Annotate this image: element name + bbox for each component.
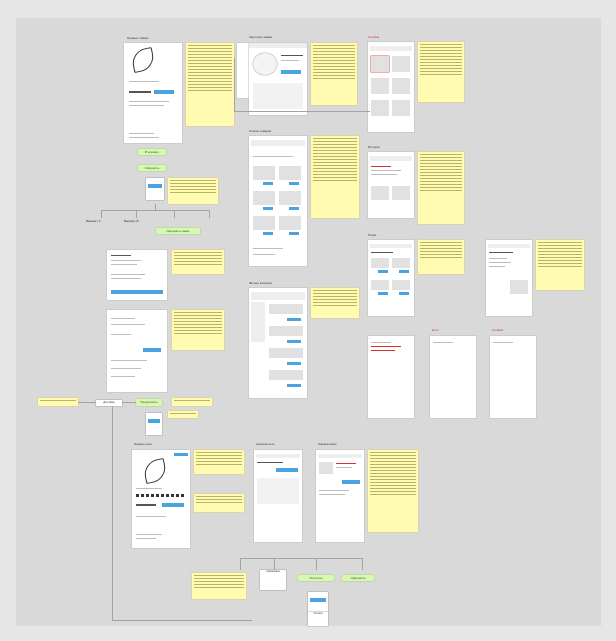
- note-card: [311, 43, 357, 105]
- doc-icon-2: [146, 413, 162, 435]
- note-checkout-bottom: [368, 450, 418, 532]
- blank-frame-1: [368, 336, 414, 418]
- submit-button[interactable]: [111, 290, 163, 294]
- doc-icon: [146, 178, 164, 200]
- side-panel-frame: [237, 43, 249, 98]
- checkout-pay-btn[interactable]: [342, 480, 360, 484]
- add-to-cart-button[interactable]: В корзину: [138, 149, 166, 155]
- note-cart-preview: [194, 450, 244, 474]
- pickup-box[interactable]: Самовывоз: [260, 570, 286, 590]
- pay-button[interactable]: [143, 348, 161, 352]
- note-search: [418, 240, 464, 274]
- branch-b-button[interactable]: Оплатить: [298, 575, 334, 581]
- search-variant-frame[interactable]: [486, 240, 532, 316]
- cart-preview-frame[interactable]: [132, 450, 190, 548]
- cart-checkout-btn[interactable]: [276, 468, 298, 472]
- filter-btn-4[interactable]: [287, 384, 301, 387]
- note-flow-left: [38, 398, 78, 406]
- catalog-btn-4[interactable]: [289, 207, 299, 210]
- catalog-btn-3[interactable]: [263, 207, 273, 210]
- frame-title-catalog: Список товаров: [249, 129, 271, 133]
- doc-icon-3: [308, 592, 328, 614]
- history-frame[interactable]: [368, 152, 414, 218]
- filter-btn-3[interactable]: [287, 362, 301, 365]
- note-search-variant: [536, 240, 584, 290]
- cart-buy-btn[interactable]: [162, 503, 184, 507]
- filter-btn-2[interactable]: [287, 340, 301, 343]
- checkout-frame[interactable]: [107, 310, 167, 392]
- cart-top-btn[interactable]: [174, 453, 188, 456]
- payment-box[interactable]: Оплата: [308, 612, 328, 626]
- note-branch: [172, 398, 212, 406]
- frame-title-catalog-filter: Фильтр каталога: [249, 281, 273, 285]
- catalog-btn-5[interactable]: [263, 232, 273, 235]
- search-btn-2[interactable]: [399, 270, 409, 273]
- filter-btn-1[interactable]: [287, 318, 301, 321]
- blank-frame-3: [490, 336, 536, 418]
- note-history: [418, 152, 464, 224]
- search-btn-3[interactable]: [378, 292, 388, 295]
- note-flow-bottom: [192, 573, 246, 599]
- catalog-frame[interactable]: [249, 136, 307, 266]
- catalog-btn-6[interactable]: [289, 232, 299, 235]
- note-filter: [311, 288, 359, 318]
- cart-frame[interactable]: [254, 450, 302, 542]
- frame-title-product-top: Превью товара: [127, 36, 149, 40]
- note-product: [186, 43, 234, 126]
- flow-option-b: Вариант B: [124, 219, 139, 223]
- note-cart-2: [194, 494, 244, 512]
- frame-title-checkout: Оформление: [318, 442, 337, 446]
- note-checkout: [172, 310, 224, 350]
- product-card-frame[interactable]: [249, 43, 307, 115]
- catalog-filter-frame[interactable]: [249, 288, 307, 398]
- red-label-2: Error: [432, 328, 439, 332]
- note-doc2: [168, 411, 198, 418]
- lemon-icon-2: [141, 457, 169, 485]
- frame-title-product-card: Карточка товара: [249, 35, 272, 39]
- design-board: Превью товара В корзину Оформить Вариант…: [16, 18, 601, 626]
- branch-a-button[interactable]: Продолжить: [136, 399, 162, 406]
- note-doc: [168, 178, 218, 204]
- red-label-3: Ошибка: [492, 328, 504, 332]
- note-catalog: [311, 136, 359, 218]
- search-frame[interactable]: [368, 240, 414, 316]
- delivery-box[interactable]: Доставка: [96, 400, 122, 406]
- frame-title-cart: Корзина сета: [256, 442, 275, 446]
- green-btn-right[interactable]: Оформить: [342, 575, 374, 581]
- product-preview-frame[interactable]: [124, 43, 182, 143]
- catalog-btn-1[interactable]: [263, 182, 273, 185]
- buy-button[interactable]: [154, 90, 174, 94]
- blank-frame-2: [430, 336, 476, 418]
- frame-title-history: История: [368, 145, 380, 149]
- note-error: [418, 42, 464, 102]
- search-btn-1[interactable]: [378, 270, 388, 273]
- order-confirm-button[interactable]: Оформить заказ: [156, 228, 200, 234]
- lemon-icon: [129, 46, 157, 74]
- frame-title-cart-preview: Превью сета: [134, 442, 152, 446]
- red-label-1: Ошибка: [368, 35, 380, 39]
- error-list-frame[interactable]: [368, 42, 414, 132]
- open-product-button[interactable]: Оформить: [138, 165, 166, 171]
- order-form-frame[interactable]: [107, 250, 167, 300]
- search-btn-4[interactable]: [399, 292, 409, 295]
- flow-option-a: Вариант A: [86, 219, 101, 223]
- card-buy-button[interactable]: [281, 70, 301, 74]
- catalog-btn-2[interactable]: [289, 182, 299, 185]
- note-order: [172, 250, 224, 274]
- checkout-bottom-frame[interactable]: [316, 450, 364, 542]
- frame-title-search: Поиск: [368, 233, 377, 237]
